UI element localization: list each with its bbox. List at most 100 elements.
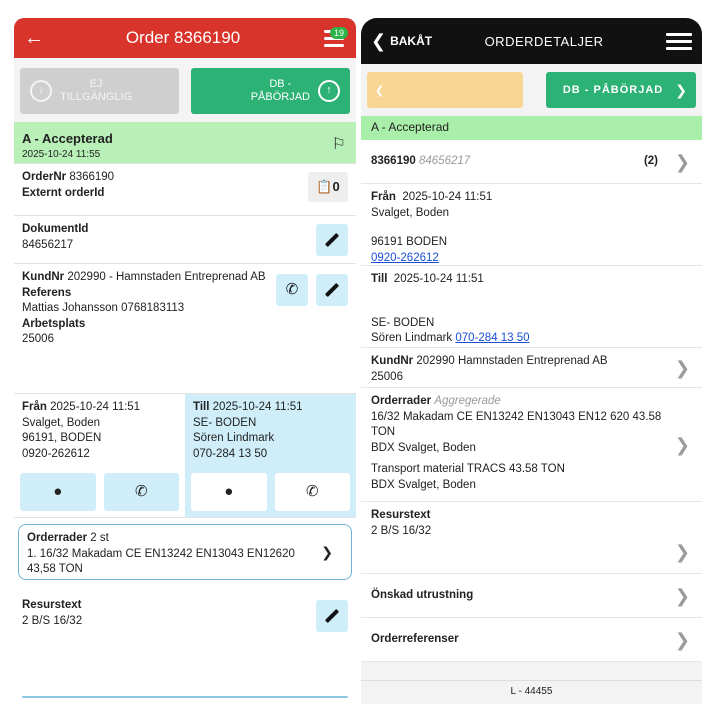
- to-column: Till 2025-10-24 11:51 SE- BODEN Sören Li…: [185, 394, 356, 517]
- edit-document-button[interactable]: [316, 224, 348, 256]
- document-label: DokumentId: [22, 223, 89, 235]
- started-label: DB - PÅBÖRJAD: [250, 77, 310, 103]
- kundnr-label: KundNr: [371, 355, 414, 367]
- from-phone-link[interactable]: 0920-262612: [371, 252, 439, 264]
- chevron-right-icon: ❯: [675, 81, 688, 98]
- next-status-button[interactable]: DB - PÅBÖRJAD ❯: [546, 72, 696, 108]
- status-bar: A - Accepterad: [361, 116, 702, 140]
- down-arrow-icon: ↓: [30, 80, 52, 102]
- to-call-button[interactable]: ✆: [274, 473, 350, 511]
- chevron-right-icon: ❯: [674, 357, 690, 378]
- order-details-screen-right: ❮ BAKÅT ORDERDETALJER ❮ DB - PÅBÖRJAD ❯ A …: [361, 18, 702, 704]
- phone-icon: ✆: [285, 280, 299, 298]
- left-header: ← Order 8366190 19: [14, 18, 356, 58]
- equipment-label: Önskad utrustning: [371, 589, 474, 601]
- back-button[interactable]: ❮ BAKÅT: [371, 31, 432, 52]
- flag-icon[interactable]: ⚐: [332, 134, 346, 156]
- order-count: (2): [643, 155, 658, 167]
- chevron-right-icon: ❯: [674, 434, 690, 455]
- orderrows-sub: Aggregerade: [434, 395, 501, 407]
- pencil-icon: [324, 608, 340, 624]
- resource-label: Resurstext: [22, 599, 82, 611]
- resource-value: 2 B/S 16/32: [371, 524, 432, 537]
- from-phone: 0920-262612: [22, 447, 90, 460]
- ordernr-value: 8366190: [69, 171, 115, 183]
- references-label: Orderreferenser: [371, 633, 459, 645]
- attachments-button[interactable]: 📋 0: [308, 172, 348, 202]
- chevron-right-icon: ❯: [674, 629, 690, 650]
- equipment-row[interactable]: Önskad utrustning ❯: [361, 574, 702, 618]
- unavailable-button[interactable]: ↓ EJ TILLGÄNGLIG: [20, 68, 179, 114]
- resource-label: Resurstext: [371, 509, 431, 521]
- document-id: 84656217: [418, 155, 471, 167]
- to-contact: Sören Lindmark: [193, 432, 275, 445]
- to-address: SE- BODEN: [371, 316, 435, 329]
- to-label: Till: [371, 273, 388, 285]
- menu-icon[interactable]: 19: [312, 26, 356, 47]
- orderrow-1: 16/32 Makadam CE EN13242 EN13043 EN12 62…: [371, 410, 662, 439]
- from-label: Från: [22, 401, 47, 413]
- chevron-left-icon: ❮: [371, 30, 387, 51]
- page-title: Order 8366190: [125, 28, 241, 47]
- notification-badge: 19: [329, 26, 348, 39]
- to-phone-link[interactable]: 070-284 13 50: [455, 332, 529, 344]
- to-map-button[interactable]: ●: [191, 473, 267, 511]
- back-arrow-icon[interactable]: ←: [14, 27, 54, 50]
- from-address: Svalget, Boden: [371, 206, 450, 219]
- reference-value: Mattias Johansson 0768183113: [22, 302, 185, 315]
- ordernr-label: OrderNr: [22, 171, 67, 183]
- customer-row[interactable]: KundNr 202990 Hamnstaden Entreprenad AB …: [361, 348, 702, 388]
- orderrows-label: Orderrader: [371, 395, 432, 407]
- action-buttons: ❮ DB - PÅBÖRJAD ❯: [361, 64, 702, 116]
- chevron-right-icon: ❯: [674, 585, 690, 606]
- document-value: 84656217: [22, 238, 74, 251]
- kundnr-value: 202990 - Hamnstaden Entreprenad AB: [67, 271, 266, 283]
- kundnr-value: 202990 Hamnstaden Entreprenad AB: [416, 355, 608, 367]
- from-label: Från: [371, 191, 396, 203]
- back-label: BAKÅT: [390, 34, 433, 48]
- orderrows-card[interactable]: Orderrader 2 st 1. 16/32 Makadam CE EN13…: [18, 524, 352, 580]
- document-section: DokumentId 84656217: [14, 216, 356, 264]
- reference-label: Referens: [22, 286, 72, 299]
- references-row[interactable]: Orderreferenser ❯: [361, 618, 702, 662]
- order-id-row[interactable]: 8366190 84656217 (2) ❯: [361, 140, 702, 184]
- orderrows-label: Orderrader: [27, 532, 88, 544]
- attachments-count: 0: [332, 179, 340, 195]
- from-city: 96191, BODEN: [22, 432, 102, 445]
- chevron-right-icon: ❯: [674, 151, 690, 172]
- previous-status-button[interactable]: ❮: [367, 72, 523, 108]
- from-row: Från 2025-10-24 11:51 Svalget, Boden 961…: [361, 184, 702, 266]
- workplace-label: Arbetsplats: [22, 317, 86, 330]
- started-button[interactable]: DB - PÅBÖRJAD ↑: [191, 68, 350, 114]
- from-call-button[interactable]: ✆: [103, 473, 179, 511]
- unavailable-label: EJ TILLGÄNGLIG: [60, 77, 133, 103]
- menu-icon[interactable]: [666, 32, 692, 50]
- pencil-icon: [324, 232, 340, 248]
- external-id-label: Externt orderId: [22, 186, 105, 199]
- from-datetime: 2025-10-24 11:51: [402, 191, 493, 203]
- to-datetime: 2025-10-24 11:51: [393, 273, 484, 285]
- to-contact: Sören Lindmark: [371, 332, 453, 345]
- resource-row[interactable]: Resurstext 2 B/S 16/32 ❯: [361, 502, 702, 574]
- orderrows-count: 2 st: [90, 532, 109, 544]
- kundnr-line2: 25006: [371, 370, 403, 383]
- order-id: 8366190: [371, 155, 416, 167]
- phone-icon: ✆: [134, 482, 148, 500]
- from-address: Svalget, Boden: [22, 416, 101, 429]
- edit-customer-button[interactable]: [316, 274, 348, 306]
- to-row: Till 2025-10-24 11:51 SE- BODEN Sören Li…: [361, 266, 702, 348]
- footer-label: L - 44455: [361, 680, 702, 704]
- up-arrow-icon: ↑: [318, 80, 340, 102]
- right-header: ❮ BAKÅT ORDERDETALJER: [361, 18, 702, 64]
- orderrows-row[interactable]: Orderrader Aggregerade 16/32 Makadam CE …: [361, 388, 702, 502]
- edit-resource-button[interactable]: [316, 600, 348, 632]
- call-customer-button[interactable]: ✆: [276, 274, 308, 306]
- pencil-icon: [324, 282, 340, 298]
- next-status-label: DB - PÅBÖRJAD: [562, 84, 664, 96]
- map-pin-icon: ●: [224, 482, 234, 500]
- from-map-button[interactable]: ●: [20, 473, 96, 511]
- to-label: Till: [193, 401, 210, 413]
- status-label: A - Accepterad: [22, 131, 113, 146]
- to-datetime: 2025-10-24 11:51: [212, 401, 303, 413]
- status-datetime: 2025-10-24 11:55: [22, 148, 101, 160]
